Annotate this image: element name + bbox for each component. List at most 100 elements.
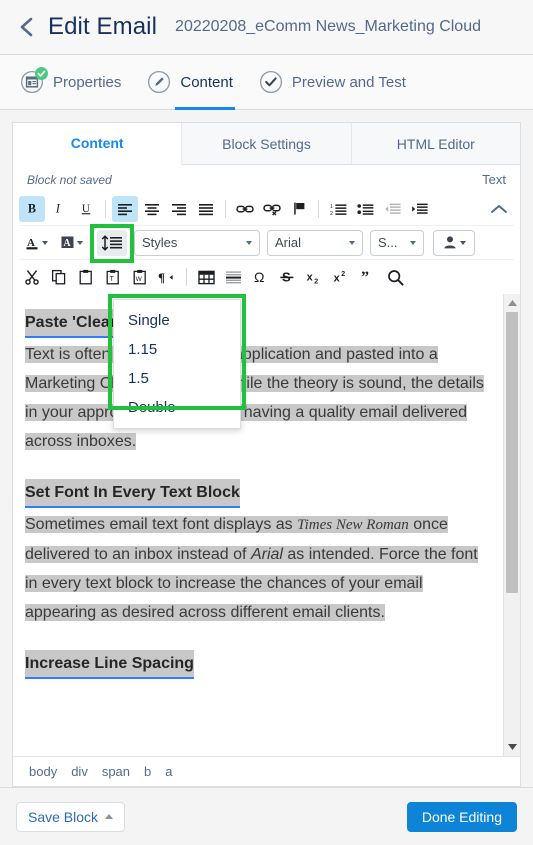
insert-table-button[interactable] <box>193 264 219 290</box>
special-character-button[interactable]: Ω <box>247 264 273 290</box>
text-color-button[interactable]: A <box>19 230 53 256</box>
toolbar-divider <box>105 199 106 218</box>
paste-word-button[interactable]: W <box>127 264 153 290</box>
svg-text:2: 2 <box>314 278 318 285</box>
chevron-down-icon <box>459 240 466 245</box>
step-content[interactable]: Content <box>147 55 235 110</box>
line-spacing-option-115[interactable]: 1.15 <box>114 335 240 364</box>
tab-block-settings[interactable]: Block Settings <box>182 123 352 164</box>
editor-vertical-scrollbar[interactable] <box>503 294 520 756</box>
align-center-button[interactable] <box>139 196 165 222</box>
align-left-button[interactable] <box>112 195 138 222</box>
section-paragraph-2[interactable]: Sometimes email text font displays as Ti… <box>25 510 491 627</box>
step-preview-and-test[interactable]: Preview and Test <box>259 55 406 110</box>
personalization-button[interactable] <box>433 229 475 256</box>
italic-button[interactable]: I <box>46 196 72 222</box>
rich-text-toolbar: B I U 1 2 A A Styles Arial S... T W ¶ Ω … <box>13 192 520 294</box>
step-properties[interactable]: Properties <box>20 55 121 110</box>
save-block-label: Save Block <box>28 808 99 825</box>
back-button[interactable] <box>14 14 40 40</box>
scrollbar-thumb[interactable] <box>506 312 518 594</box>
superscript-button[interactable]: x 2 <box>328 264 354 290</box>
clipped-paragraph-3 <box>25 681 491 695</box>
toolbar-row-2: A A Styles Arial S... <box>19 223 514 263</box>
block-status-line: Block not saved Text <box>13 165 520 192</box>
svg-text:B: B <box>27 202 35 216</box>
align-right-button[interactable] <box>166 196 192 222</box>
block-tabs: Content Block Settings HTML Editor <box>13 123 520 165</box>
properties-icon <box>20 67 48 94</box>
section-paragraph-1[interactable]: Text is often copied from one applicatio… <box>25 340 491 456</box>
line-spacing-option-single[interactable]: Single <box>114 306 240 335</box>
paste-button[interactable] <box>73 264 99 290</box>
tab-content[interactable]: Content <box>13 123 183 165</box>
page-title: Edit Email <box>48 13 158 40</box>
element-path-a[interactable]: a <box>165 764 172 779</box>
check-circle-icon <box>259 70 283 94</box>
line-spacing-option-double[interactable]: Double <box>114 393 240 422</box>
line-spacing-button[interactable] <box>97 229 127 256</box>
email-name: 20220208_eComm News_Marketing Cloud <box>175 18 481 35</box>
blockquote-button[interactable]: ” <box>355 264 381 290</box>
caret-down-icon <box>507 744 517 750</box>
element-path-body[interactable]: body <box>29 764 57 779</box>
element-path-b[interactable]: b <box>144 764 151 779</box>
step-properties-label: Properties <box>53 73 122 91</box>
bold-button[interactable]: B <box>19 195 45 222</box>
anchor-flag-button[interactable] <box>286 196 312 222</box>
rich-text-editor-body[interactable]: Paste 'Clear' Text is often copied from … <box>13 294 503 756</box>
pencil-icon <box>147 70 171 94</box>
editor-body-wrapper: Paste 'Clear' Text is often copied from … <box>13 294 520 756</box>
font-size-select[interactable]: S... <box>370 229 424 256</box>
underline-button[interactable]: U <box>73 196 99 222</box>
bullet-list-button[interactable] <box>352 196 378 222</box>
toolbar-row-1: B I U 1 2 <box>19 192 514 226</box>
svg-text:T: T <box>110 276 115 283</box>
paste-text-button[interactable]: T <box>100 264 126 290</box>
svg-text:Ω: Ω <box>254 269 264 285</box>
scrollbar-track[interactable] <box>504 312 520 738</box>
arial-sample: Arial <box>250 546 283 563</box>
numbered-list-button[interactable]: 1 2 <box>325 196 351 222</box>
line-spacing-option-15[interactable]: 1.5 <box>114 364 240 393</box>
done-editing-button[interactable]: Done Editing <box>406 801 517 832</box>
caret-up-icon <box>105 814 114 819</box>
chevron-down-icon <box>41 240 48 245</box>
element-path-breadcrumb: body div span b a <box>13 756 520 786</box>
insert-link-button[interactable] <box>232 196 258 222</box>
align-justify-button[interactable] <box>193 196 219 222</box>
app-header: Edit Email 20220208_eComm News_Marketing… <box>0 0 533 55</box>
outdent-button[interactable] <box>379 196 405 222</box>
svg-text:”: ” <box>361 269 369 285</box>
svg-text:¶: ¶ <box>158 270 165 285</box>
step-complete-badge <box>35 67 48 80</box>
element-path-span[interactable]: span <box>102 764 130 779</box>
font-family-value: Arial <box>275 235 302 250</box>
tab-html-editor[interactable]: HTML Editor <box>351 123 520 164</box>
horizontal-rule-button[interactable] <box>220 264 246 290</box>
unlink-button[interactable] <box>259 196 285 222</box>
strikethrough-button[interactable]: S <box>274 264 300 290</box>
cut-button[interactable] <box>19 264 45 290</box>
toolbar-divider <box>186 268 187 286</box>
styles-select[interactable]: Styles <box>134 229 260 256</box>
subscript-button[interactable]: x 2 <box>301 264 327 290</box>
find-replace-button[interactable] <box>382 264 408 290</box>
save-block-button[interactable]: Save Block <box>16 801 126 832</box>
line-spacing-dropdown-menu[interactable]: Single 1.15 1.5 Double <box>113 299 241 429</box>
svg-text:x: x <box>333 273 340 285</box>
font-family-select[interactable]: Arial <box>267 229 363 256</box>
element-path-div[interactable]: div <box>71 764 88 779</box>
editor-footer: Save Block Done Editing <box>0 787 533 845</box>
text-direction-button[interactable]: ¶ <box>154 264 180 290</box>
scroll-down-button[interactable] <box>504 738 520 756</box>
section-heading-1[interactable]: Paste 'Clear' <box>25 309 120 338</box>
scroll-up-button[interactable] <box>504 294 520 312</box>
copy-button[interactable] <box>46 264 72 290</box>
section-heading-2[interactable]: Set Font In Every Text Block <box>25 479 240 508</box>
section-heading-3[interactable]: Increase Line Spacing <box>25 650 194 679</box>
collapse-toolbar-button[interactable] <box>484 196 514 222</box>
line-spacing-control <box>90 223 134 263</box>
highlight-color-button[interactable]: A <box>54 230 88 256</box>
indent-button[interactable] <box>406 196 432 222</box>
